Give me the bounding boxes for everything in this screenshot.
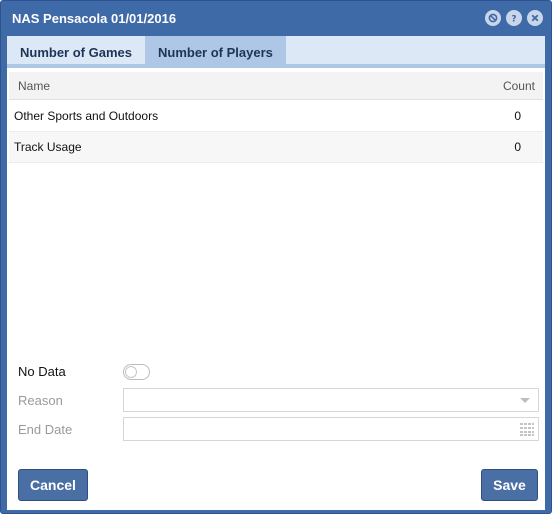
row-count: 0 [514,109,521,123]
cancel-button[interactable]: Cancel [18,469,88,501]
column-header-name[interactable]: Name [18,79,50,93]
close-icon[interactable] [527,10,543,26]
row-name: Other Sports and Outdoors [14,109,159,123]
row-name: Track Usage [14,140,82,154]
column-header-count[interactable]: Count [503,79,535,93]
reason-select[interactable] [123,388,539,412]
toggle-knob [125,366,137,378]
dialog-title: NAS Pensacola 01/01/2016 [12,10,177,26]
end-date-label: End Date [18,422,73,437]
tab-bar: Number of Games Number of Players [7,36,545,68]
no-data-label: No Data [18,364,66,379]
save-button[interactable]: Save [481,469,538,501]
grid-header: Name Count [9,72,543,100]
dialog-content: Number of Games Number of Players Name C… [7,36,545,510]
chevron-down-icon[interactable] [520,398,530,403]
title-bar[interactable]: NAS Pensacola 01/01/2016 ? [1,1,551,35]
dialog-window: NAS Pensacola 01/01/2016 ? Number of Gam… [0,0,552,514]
svg-text:?: ? [511,15,516,23]
tab-number-of-players[interactable]: Number of Players [144,36,286,68]
table-row[interactable]: Other Sports and Outdoors 0 [9,101,543,132]
reason-label: Reason [18,393,63,408]
tab-number-of-games[interactable]: Number of Games [7,36,145,68]
title-tools: ? [485,10,543,26]
row-count: 0 [514,140,521,154]
grid-body: Other Sports and Outdoors 0 Track Usage … [9,101,543,163]
table-row[interactable]: Track Usage 0 [9,132,543,163]
no-data-toggle[interactable] [123,364,150,380]
help-icon[interactable]: ? [506,10,522,26]
end-date-input[interactable] [123,417,539,441]
block-icon[interactable] [485,10,501,26]
calendar-icon[interactable] [520,423,534,439]
